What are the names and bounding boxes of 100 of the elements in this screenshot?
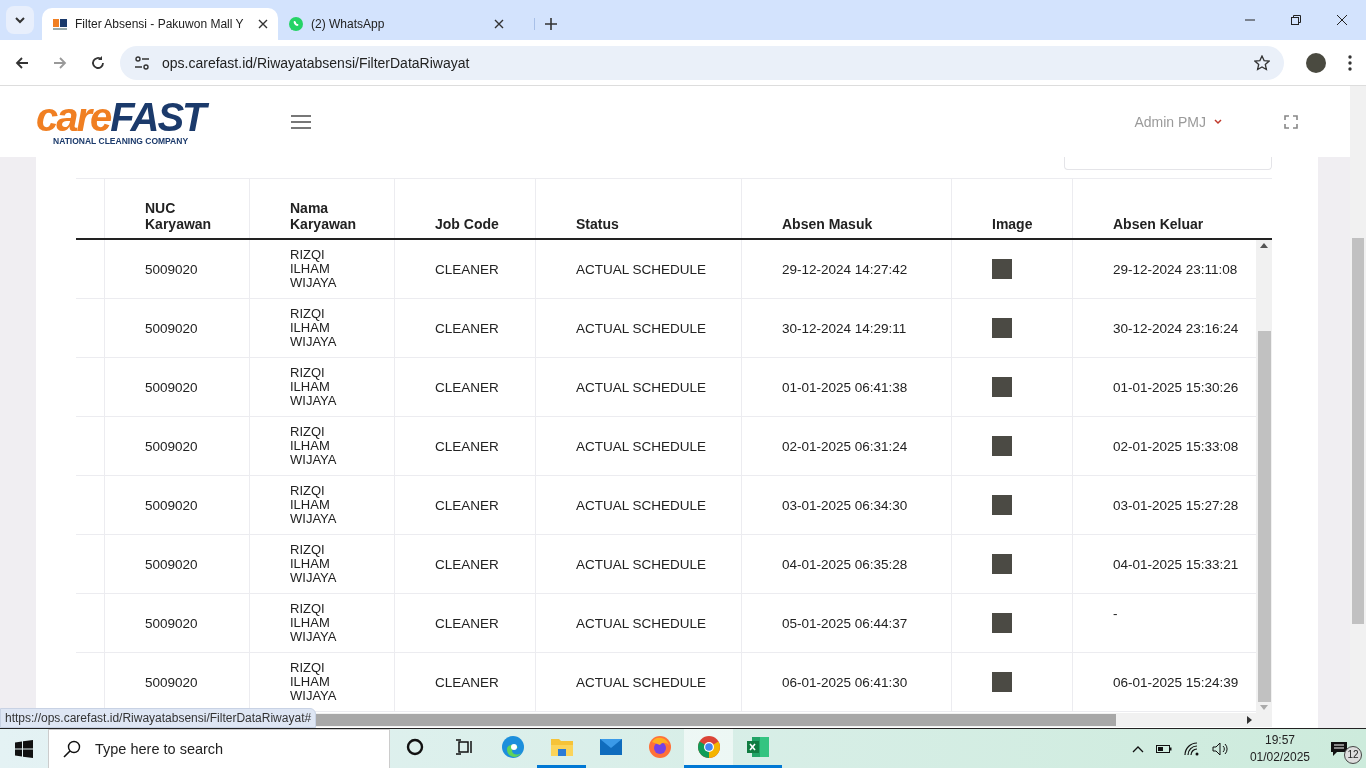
table-cell: CLEANER: [435, 556, 499, 572]
table-cell: ACTUAL SCHEDULE: [576, 379, 707, 395]
logo-tagline: NATIONAL CLEANING COMPANY: [53, 135, 190, 146]
table-cell: 30-12-2024 23:16:24: [1113, 320, 1239, 336]
close-icon[interactable]: [258, 19, 268, 29]
tab-title: (2) WhatsApp: [311, 17, 386, 31]
chevron-down-icon: [14, 16, 26, 24]
table-cell: 03-01-2025 06:34:30: [782, 497, 908, 513]
table-cell: 03-01-2025 15:27:28: [1113, 497, 1239, 513]
table-cell: ACTUAL SCHEDULE: [576, 497, 707, 513]
table-cell: CLEANER: [435, 615, 499, 631]
table-cell-text: RIZQI ILHAM WIJAYA: [290, 307, 338, 349]
table-cell: 29-12-2024 23:11:08: [1113, 261, 1238, 277]
table-cell: 5009020: [145, 379, 198, 395]
logo-wordmark: careFAST: [36, 97, 256, 136]
table-cell: 5009020: [145, 261, 198, 277]
address-field[interactable]: ops.carefast.id/Riwayatabsensi/FilterDataRiwayat: [120, 45, 1284, 80]
table-cell: 06-01-2025 15:24:39: [1113, 674, 1239, 690]
table-cell: ACTUAL SCHEDULE: [576, 615, 707, 631]
table-cell: 04-01-2025 15:33:21: [1113, 556, 1239, 572]
profile-avatar[interactable]: [1306, 52, 1326, 73]
tab-title: Filter Absensi - Pakuwon Mall Y: [75, 17, 245, 31]
table-cell: 5009020: [145, 615, 198, 631]
table-cell: CLEANER: [435, 320, 499, 336]
table-cell: 5009020: [145, 674, 198, 690]
table-cell: 5009020: [145, 556, 198, 572]
new-tab-icon[interactable]: [534, 18, 557, 30]
table-cell-text: RIZQI ILHAM WIJAYA: [290, 248, 338, 290]
speaker-icon[interactable]: [1211, 741, 1230, 756]
table-cell: 29-12-2024 14:27:42: [782, 261, 908, 277]
taskbar-search-field[interactable]: Type here to search: [48, 728, 390, 768]
table-cell: CLEANER: [435, 379, 499, 395]
reload-icon[interactable]: [90, 54, 106, 71]
battery-icon[interactable]: [1155, 743, 1172, 754]
scrollbar[interactable]: [1256, 240, 1272, 713]
circle-icon: [405, 738, 424, 756]
table-cell: 06-01-2025 06:41:30: [782, 674, 908, 690]
browser-tab[interactable]: Filter Absensi - Pakuwon Mall Y: [42, 8, 278, 40]
wifi-icon[interactable]: [1183, 741, 1200, 756]
table-cell: CLEANER: [435, 261, 499, 277]
more-options-icon[interactable]: [1348, 54, 1352, 71]
table-cell-text: RIZQI ILHAM WIJAYA: [290, 661, 338, 703]
table-cell: 5009020: [145, 320, 198, 336]
table-cell-text: RIZQI ILHAM WIJAYA: [290, 543, 338, 585]
close-icon[interactable]: [494, 19, 504, 29]
table-cell: ACTUAL SCHEDULE: [576, 556, 707, 572]
status-url-tooltip: https://ops.carefast.id/Riwayatabsensi/FilterDataRiwayat#: [0, 708, 317, 728]
fullscreen-icon[interactable]: [1284, 114, 1298, 129]
message-icon: [1330, 740, 1348, 757]
column-header: Absen Masuk: [782, 216, 873, 232]
mail-icon: [598, 737, 623, 757]
column-header: Absen Keluar: [1113, 216, 1204, 232]
back-arrow-icon[interactable]: [14, 54, 30, 71]
table-cell-text: RIZQI ILHAM WIJAYA: [290, 366, 338, 408]
forward-arrow-icon[interactable]: [52, 54, 68, 71]
table-cell: 05-01-2025 06:44:37: [782, 615, 908, 631]
column-header: Nama Karyawan: [290, 200, 358, 232]
site-favicon-icon: [52, 16, 68, 32]
table-cell: ACTUAL SCHEDULE: [576, 674, 707, 690]
table-cell: 01-01-2025 06:41:38: [782, 379, 908, 395]
task-view-icon: [454, 738, 473, 756]
tab-search-button[interactable]: [6, 6, 34, 34]
scroll-up-icon[interactable]: [1260, 243, 1268, 248]
table-cell: -: [1113, 606, 1118, 621]
table-cell: ACTUAL SCHEDULE: [576, 438, 707, 454]
table-cell: 5009020: [145, 438, 198, 454]
star-icon[interactable]: [1254, 54, 1270, 71]
table-cell: ACTUAL SCHEDULE: [576, 261, 707, 277]
notification-count: 12: [1344, 745, 1362, 764]
chat-bubble-icon: [288, 16, 304, 32]
column-header: Job Code: [435, 216, 499, 232]
table-cell: CLEANER: [435, 674, 499, 690]
clock[interactable]: 19:57 01/02/2025: [1249, 731, 1310, 766]
browser-tab[interactable]: (2) WhatsApp: [278, 8, 514, 40]
folder-icon: [549, 736, 574, 758]
menu-icon[interactable]: [291, 114, 311, 129]
table-cell: 5009020: [145, 497, 198, 513]
firefox-browser-icon: [647, 735, 672, 759]
table-cell: 30-12-2024 14:29:11: [782, 320, 907, 336]
table-cell-text: RIZQI ILHAM WIJAYA: [290, 425, 338, 467]
windows-start-icon[interactable]: [15, 739, 33, 758]
table-cell-text: RIZQI ILHAM WIJAYA: [290, 602, 338, 644]
table-cell: 02-01-2025 06:31:24: [782, 438, 908, 454]
restore-icon[interactable]: [1290, 14, 1302, 26]
column-header: Image: [992, 216, 1033, 232]
column-header: NUC Karyawan: [145, 200, 213, 232]
edge-browser-icon: [500, 735, 525, 759]
table-cell-text: RIZQI ILHAM WIJAYA: [290, 484, 338, 526]
table-cell: CLEANER: [435, 438, 499, 454]
spreadsheet-app-icon: [745, 735, 770, 759]
caret-icon: [1214, 118, 1222, 125]
chevron-up-icon[interactable]: [1131, 744, 1144, 753]
search-icon: [63, 739, 81, 758]
table-cell: CLEANER: [435, 497, 499, 513]
close-icon[interactable]: [1336, 14, 1348, 26]
chrome-browser-icon: [696, 735, 721, 759]
site-settings-icon[interactable]: [134, 55, 150, 70]
table-cell: 04-01-2025 06:35:28: [782, 556, 908, 572]
table-cell: ACTUAL SCHEDULE: [576, 320, 707, 336]
table-cell: 02-01-2025 15:33:08: [1113, 438, 1239, 454]
